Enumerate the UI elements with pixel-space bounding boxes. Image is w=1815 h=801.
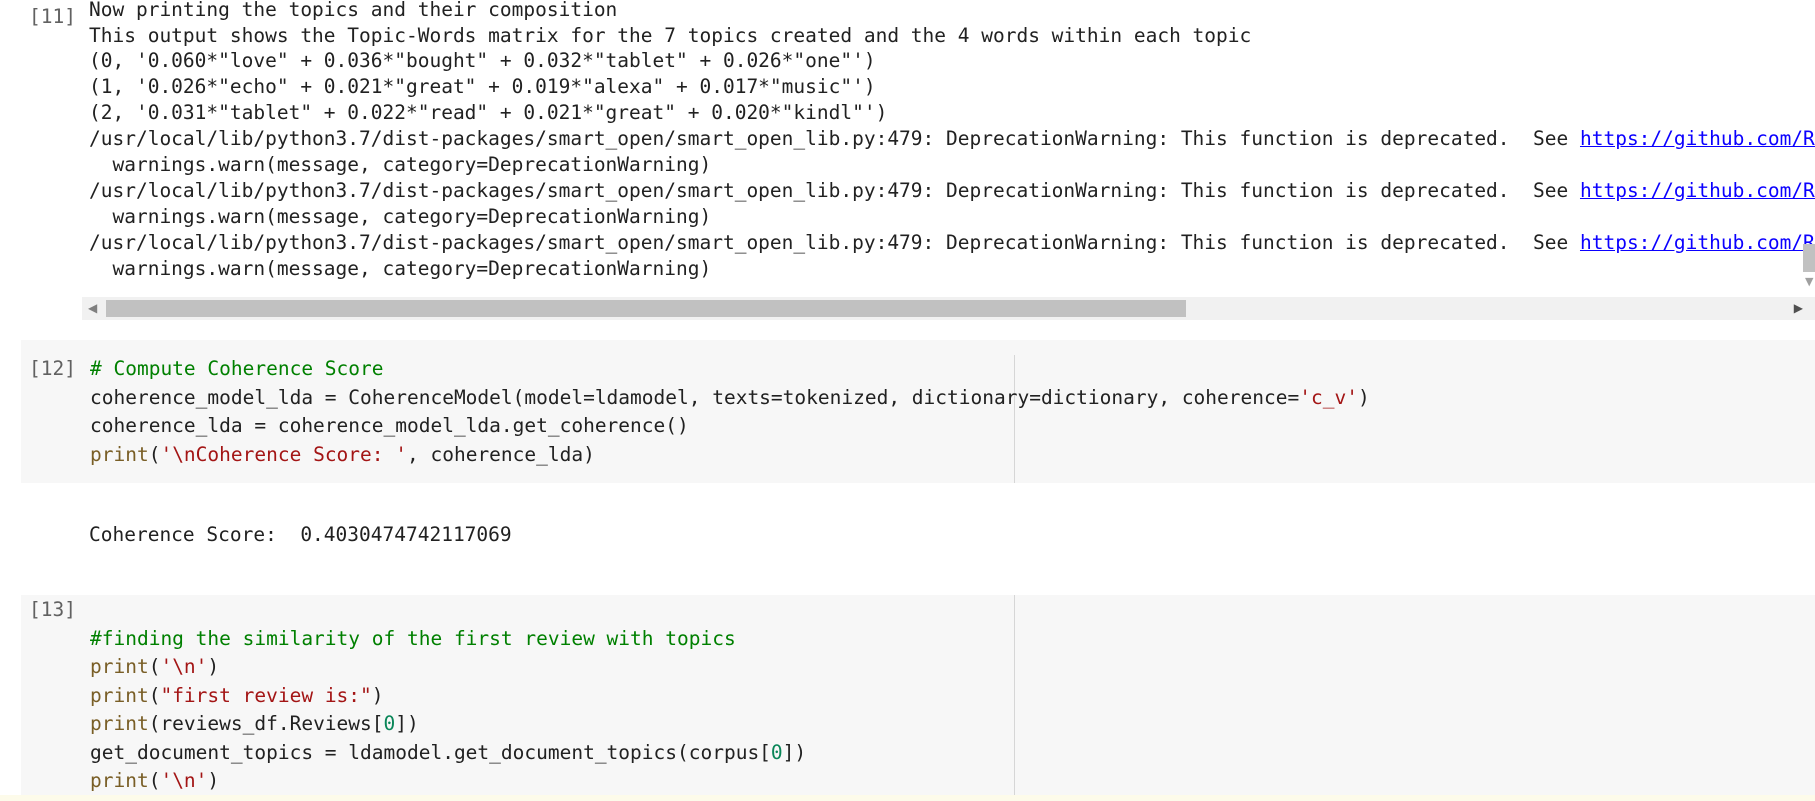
scroll-down-icon[interactable]: ▼	[1805, 275, 1813, 288]
code-string: '\nCoherence Score: '	[160, 443, 407, 466]
warning-text: /usr/local/lib/python3.7/dist-packages/s…	[89, 231, 1580, 254]
code-text: )	[1357, 386, 1370, 409]
code-line: print('\n')	[90, 655, 220, 678]
code-line: print('\nCoherence Score: ', coherence_l…	[90, 442, 595, 468]
code-function: print	[90, 712, 149, 735]
code-text: (reviews_df.Reviews[	[148, 712, 384, 735]
code-comment: #finding the similarity of the first rev…	[90, 627, 736, 650]
code-line: coherence_model_lda = CoherenceModel(mod…	[90, 385, 1370, 411]
code-text: coherence_model_lda = CoherenceModel(mod…	[90, 386, 1300, 409]
horizontal-scroll-thumb[interactable]	[106, 300, 1186, 317]
code-line: coherence_lda = coherence_model_lda.get_…	[90, 414, 689, 437]
output-line: This output shows the Topic-Words matrix…	[89, 24, 1252, 47]
code-function: print	[90, 769, 149, 792]
deprecation-warning-line: /usr/local/lib/python3.7/dist-packages/s…	[89, 230, 1815, 256]
code-line: get_document_topics = ldamodel.get_docum…	[90, 740, 806, 766]
cell-11-prompt: [11]	[29, 5, 76, 28]
bottom-panel-edge	[0, 795, 1815, 801]
code-text: (	[148, 443, 161, 466]
output-line: (1, '0.026*"echo" + 0.021*"great" + 0.01…	[89, 75, 876, 98]
code-text: , coherence_lda)	[407, 443, 595, 466]
code-string: "first review is:"	[160, 684, 372, 707]
code-function: print	[90, 684, 149, 707]
code-string: 'c_v'	[1299, 386, 1358, 409]
output-line: (0, '0.060*"love" + 0.036*"bought" + 0.0…	[89, 49, 876, 72]
cell-12-output: Coherence Score: 0.4030474742117069	[89, 523, 512, 546]
github-link[interactable]: https://github.com/Ral	[1580, 127, 1815, 150]
warning-detail-line: warnings.warn(message, category=Deprecat…	[89, 257, 712, 280]
github-link[interactable]: https://github.com/Ral	[1580, 231, 1815, 254]
code-line: print("first review is:")	[90, 684, 384, 707]
cell-12-prompt: [12]	[29, 357, 76, 380]
code-comment: # Compute Coherence Score	[90, 357, 384, 380]
code-number: 0	[770, 741, 783, 764]
code-string: '\n'	[160, 655, 208, 678]
code-text: ])	[782, 741, 807, 764]
editor-ruler	[1014, 595, 1015, 801]
output-line: Now printing the topics and their compos…	[89, 0, 618, 21]
deprecation-warning-line: /usr/local/lib/python3.7/dist-packages/s…	[89, 178, 1815, 204]
code-line: print('\n')	[90, 769, 220, 792]
deprecation-warning-line: /usr/local/lib/python3.7/dist-packages/s…	[89, 126, 1815, 152]
warning-detail-line: warnings.warn(message, category=Deprecat…	[89, 153, 712, 176]
code-number: 0	[383, 712, 396, 735]
editor-ruler	[1014, 355, 1015, 483]
warning-detail-line: warnings.warn(message, category=Deprecat…	[89, 205, 712, 228]
output-line: (2, '0.031*"tablet" + 0.022*"read" + 0.0…	[89, 101, 888, 124]
horizontal-scrollbar[interactable]: ◀ ▶	[82, 297, 1815, 320]
code-text: ])	[395, 712, 419, 735]
github-link[interactable]: https://github.com/Ral	[1580, 179, 1815, 202]
code-function: print	[90, 443, 149, 466]
warning-text: /usr/local/lib/python3.7/dist-packages/s…	[89, 179, 1580, 202]
cell-13-prompt: [13]	[29, 598, 76, 621]
vertical-scroll-thumb[interactable]	[1803, 244, 1815, 272]
code-line: print(reviews_df.Reviews[0])	[90, 711, 419, 737]
warning-text: /usr/local/lib/python3.7/dist-packages/s…	[89, 127, 1580, 150]
code-function: print	[90, 655, 149, 678]
code-text: get_document_topics = ldamodel.get_docum…	[90, 741, 771, 764]
scroll-left-icon[interactable]: ◀	[88, 301, 97, 315]
scroll-right-icon[interactable]: ▶	[1794, 301, 1803, 315]
code-string: '\n'	[160, 769, 208, 792]
